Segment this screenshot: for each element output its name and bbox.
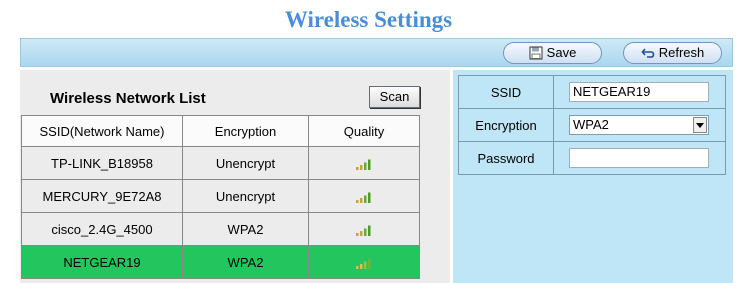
chevron-down-icon[interactable] bbox=[693, 117, 707, 133]
password-field[interactable] bbox=[569, 148, 709, 168]
encryption-cell: WPA2 bbox=[182, 212, 309, 246]
quality-cell bbox=[308, 245, 420, 279]
ssid-label: SSID bbox=[458, 75, 554, 109]
encryption-label: Encryption bbox=[458, 108, 554, 142]
wireless-config-panel: SSID NETGEAR19 Encryption WPA2 Password bbox=[453, 70, 733, 283]
signal-strength-icon bbox=[356, 225, 371, 237]
list-title: Wireless Network List bbox=[50, 90, 206, 107]
scan-button[interactable]: Scan bbox=[369, 86, 420, 108]
quality-cell bbox=[308, 179, 420, 213]
ssid-cell: cisco_2.4G_4500 bbox=[21, 212, 183, 246]
network-table: SSID(Network Name) Encryption Quality TP… bbox=[21, 115, 420, 279]
signal-strength-icon bbox=[356, 258, 371, 270]
encryption-select-value: WPA2 bbox=[573, 117, 609, 132]
page-title: Wireless Settings bbox=[284, 7, 453, 32]
ssid-field[interactable]: NETGEAR19 bbox=[569, 82, 709, 102]
save-label: Save bbox=[546, 45, 577, 60]
quality-cell bbox=[308, 212, 420, 246]
ssid-cell: MERCURY_9E72A8 bbox=[21, 179, 183, 213]
save-button[interactable]: Save bbox=[503, 42, 602, 64]
encryption-cell: WPA2 bbox=[182, 245, 309, 279]
encryption-cell: Unencrypt bbox=[182, 179, 309, 213]
refresh-arrow-icon bbox=[641, 46, 655, 60]
signal-strength-icon bbox=[356, 159, 371, 171]
encryption-select[interactable]: WPA2 bbox=[569, 115, 709, 135]
signal-strength-icon bbox=[356, 192, 371, 204]
refresh-button[interactable]: Refresh bbox=[623, 42, 722, 64]
toolbar: Save Refresh bbox=[20, 38, 733, 67]
quality-cell bbox=[308, 146, 420, 180]
encryption-cell: Unencrypt bbox=[182, 146, 309, 180]
floppy-disk-icon bbox=[529, 46, 543, 60]
wireless-network-list-panel: Wireless Network List Scan SSID(Network … bbox=[20, 70, 450, 283]
table-row[interactable]: cisco_2.4G_4500 WPA2 bbox=[21, 212, 420, 246]
column-header-ssid: SSID(Network Name) bbox=[21, 115, 183, 147]
table-header-row: SSID(Network Name) Encryption Quality bbox=[21, 115, 420, 147]
table-row-selected[interactable]: NETGEAR19 WPA2 bbox=[21, 245, 420, 279]
config-form: SSID NETGEAR19 Encryption WPA2 Password bbox=[458, 75, 726, 175]
ssid-cell: NETGEAR19 bbox=[21, 245, 183, 279]
table-row[interactable]: MERCURY_9E72A8 Unencrypt bbox=[21, 179, 420, 213]
table-row[interactable]: TP-LINK_B18958 Unencrypt bbox=[21, 146, 420, 180]
column-header-encryption: Encryption bbox=[182, 115, 309, 147]
password-label: Password bbox=[458, 141, 554, 175]
column-header-quality: Quality bbox=[308, 115, 420, 147]
ssid-cell: TP-LINK_B18958 bbox=[21, 146, 183, 180]
refresh-label: Refresh bbox=[658, 45, 705, 60]
